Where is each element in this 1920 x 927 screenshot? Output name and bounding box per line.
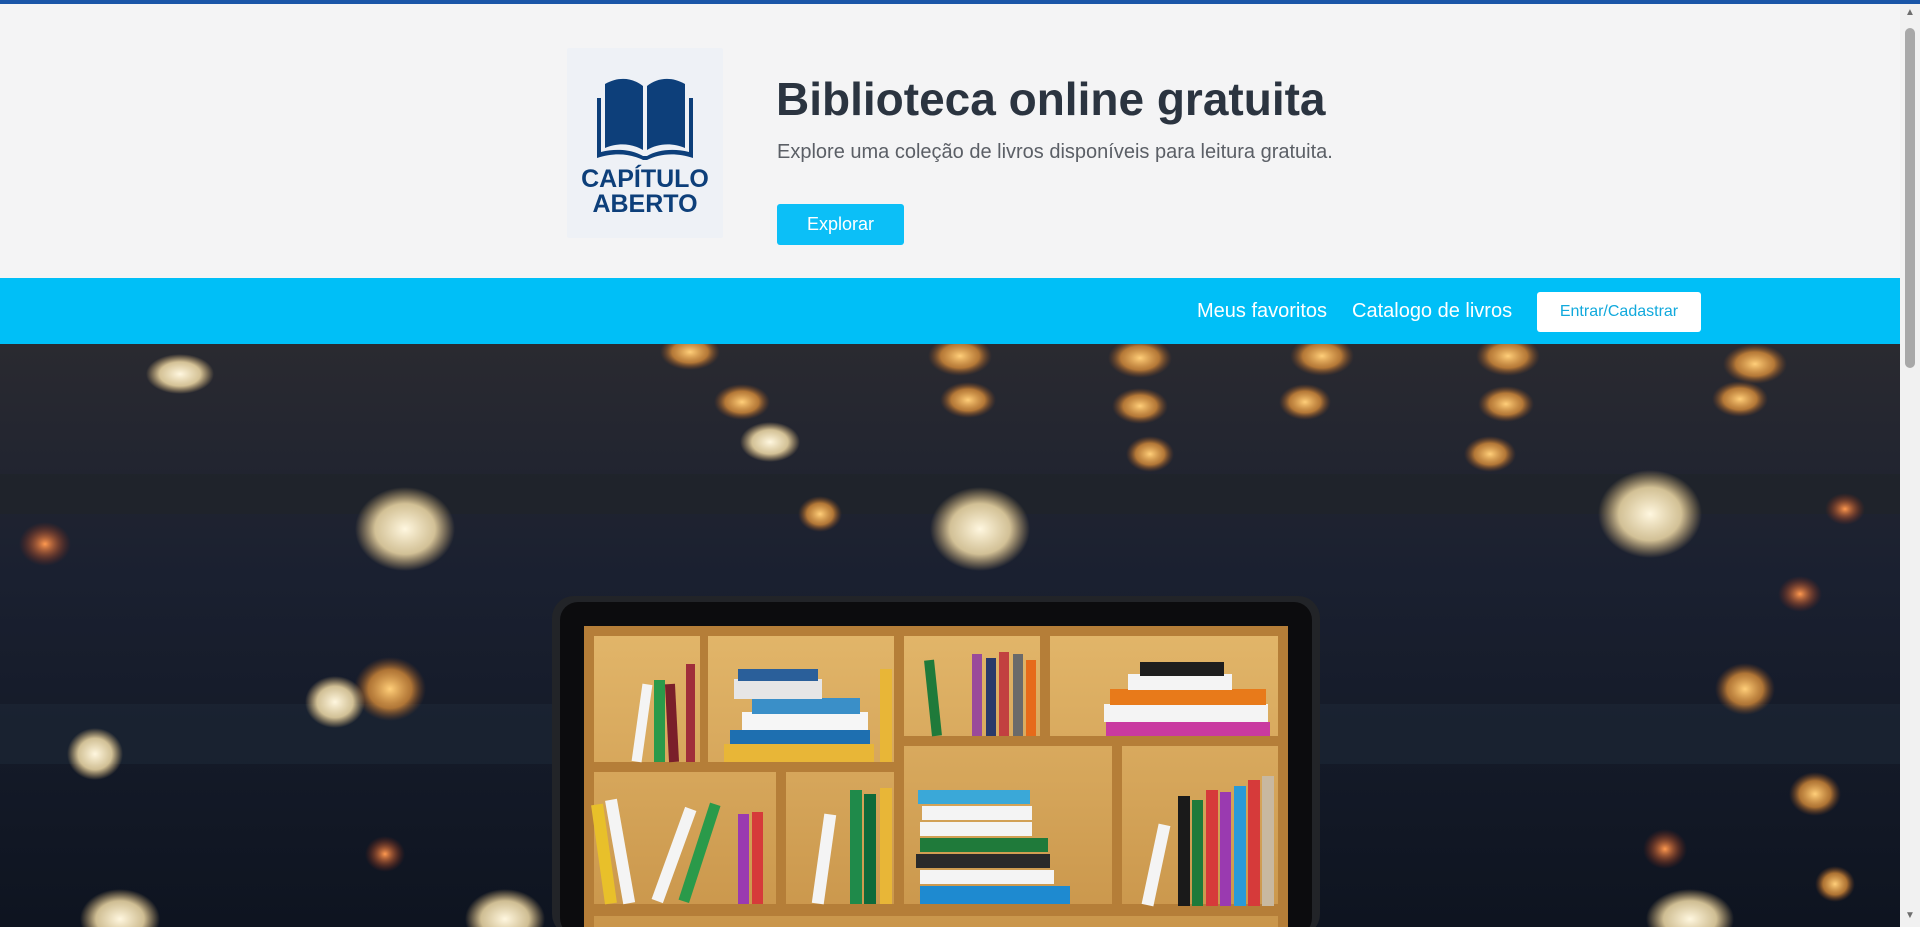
- chevron-down-icon[interactable]: ▼: [1900, 907, 1920, 925]
- main-navbar: Meus favoritos Catalogo de livros Entrar…: [0, 278, 1900, 344]
- page: CAPÍTULO ABERTO Biblioteca online gratui…: [0, 0, 1920, 927]
- scrollbar-thumb[interactable]: [1905, 28, 1915, 368]
- brand-logo[interactable]: CAPÍTULO ABERTO: [567, 48, 723, 238]
- page-title: Biblioteca online gratuita: [776, 73, 1326, 125]
- chevron-up-icon[interactable]: ▲: [1900, 4, 1920, 22]
- page-subtitle: Explore uma coleção de livros disponívei…: [777, 141, 1333, 163]
- vertical-scrollbar[interactable]: ▲ ▼: [1900, 4, 1920, 927]
- nav-link-catalog[interactable]: Catalogo de livros: [1352, 300, 1512, 323]
- site-header: CAPÍTULO ABERTO Biblioteca online gratui…: [0, 4, 1900, 278]
- open-book-icon: [597, 78, 693, 160]
- nav-link-favorites[interactable]: Meus favoritos: [1197, 300, 1327, 323]
- laptop-bookshelf-illustration: [0, 344, 1900, 927]
- logo-text-line2: ABERTO: [592, 190, 698, 218]
- login-register-button[interactable]: Entrar/Cadastrar: [1537, 292, 1701, 332]
- hero-banner-image: [0, 344, 1900, 927]
- explore-button[interactable]: Explorar: [777, 204, 904, 245]
- logo-text-line1: CAPÍTULO: [581, 165, 709, 193]
